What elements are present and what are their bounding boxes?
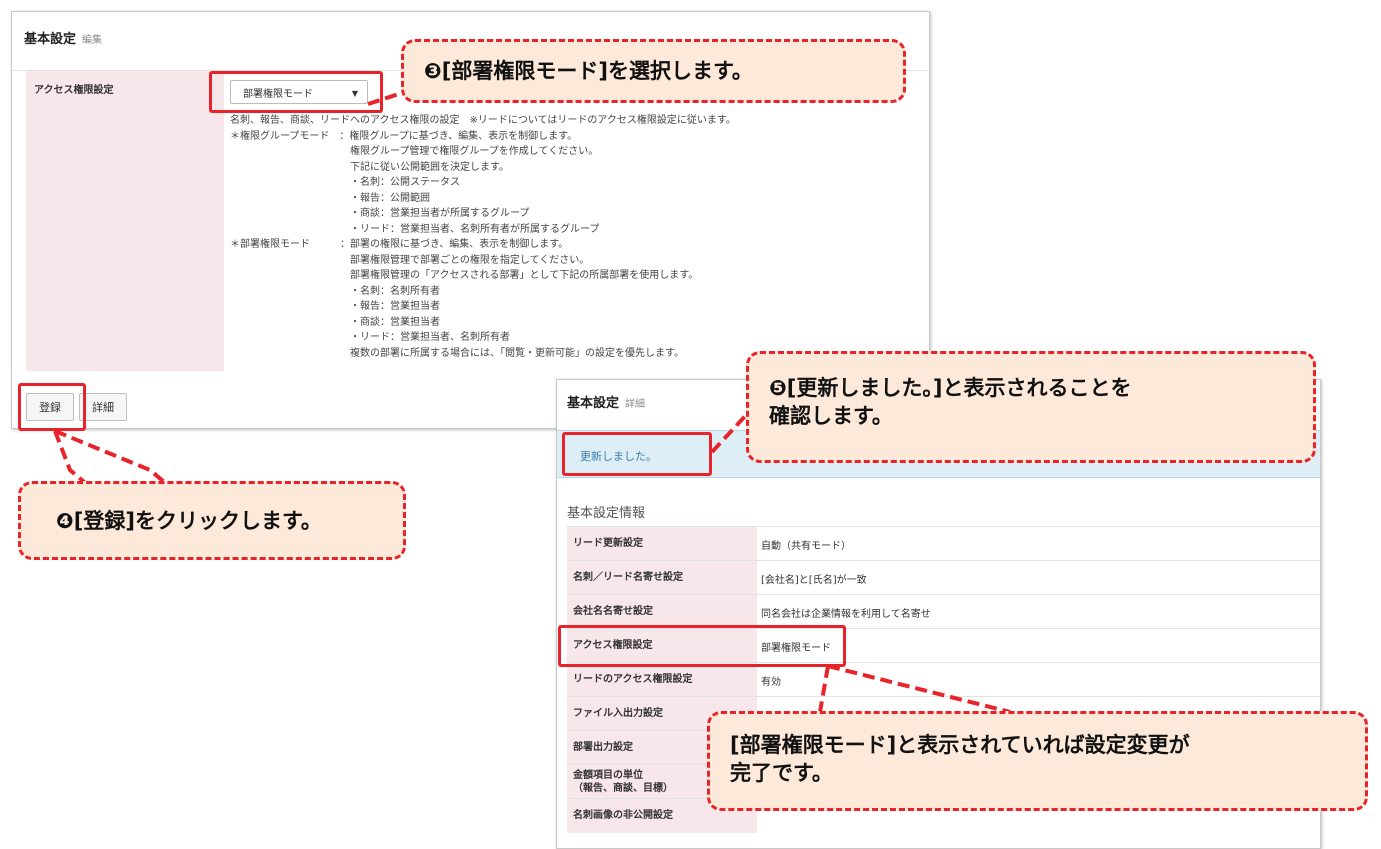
highlight-select bbox=[209, 71, 383, 113]
highlight-register-button bbox=[18, 383, 86, 431]
connector-step4-right bbox=[54, 429, 172, 489]
highlight-access-row bbox=[558, 625, 846, 667]
connector-final-left bbox=[818, 665, 830, 713]
callout-step4: ❹[登録]をクリックします。 bbox=[18, 481, 406, 560]
callout-step3: ❸[部署権限モード]を選択します。 bbox=[401, 39, 906, 103]
connector-final-right bbox=[827, 664, 1011, 714]
highlight-update-message bbox=[562, 432, 712, 476]
callout-final: [部署権限モード]と表示されていれば設定変更が 完了です。 bbox=[707, 711, 1368, 811]
callout-step5: ❺[更新しました。]と表示されることを 確認します。 bbox=[746, 351, 1316, 463]
